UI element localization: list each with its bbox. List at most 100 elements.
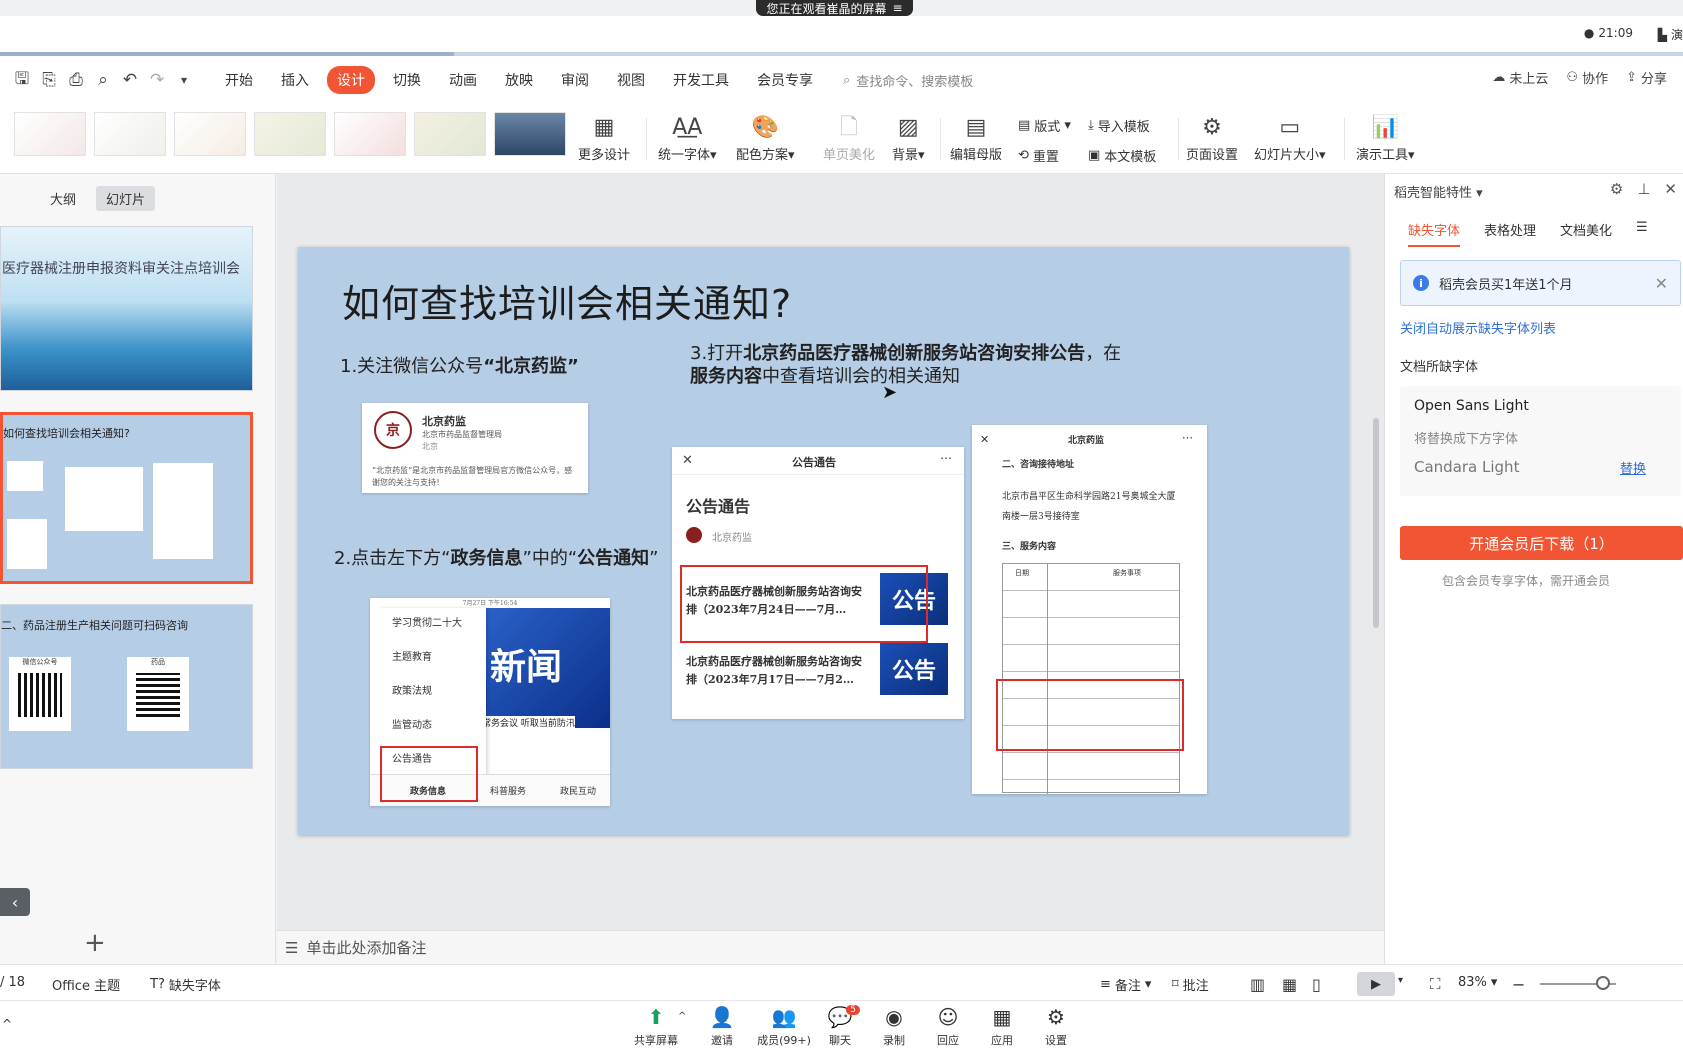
background-button[interactable]: ▨ 背景▾ xyxy=(892,104,925,174)
panel-menu-icon[interactable]: ☰ xyxy=(1636,220,1648,247)
theme-thumb-7[interactable] xyxy=(494,112,566,156)
slide-thumb-2[interactable]: 如何查找培训会相关通知? xyxy=(0,412,253,584)
tab-slideshow[interactable]: 放映 xyxy=(495,66,543,94)
step3-text[interactable]: 3.打开北京药品医疗器械创新服务站咨询安排公告，在 服务内容中查看培训会的相关通知 xyxy=(690,342,1180,388)
preview-icon[interactable]: ⌕ xyxy=(91,68,115,92)
tab-start[interactable]: 开始 xyxy=(215,66,263,94)
invite-label: 邀请 xyxy=(711,1034,733,1047)
gear-icon[interactable]: ⚙ xyxy=(1610,180,1623,198)
color-scheme-button[interactable]: 🎨 配色方案▾ xyxy=(736,104,795,174)
theme-thumb-4[interactable] xyxy=(254,112,326,156)
import-template-label: 导入模板 xyxy=(1097,120,1150,135)
customize-chevron-icon[interactable]: ▾ xyxy=(172,68,196,92)
undo-icon[interactable]: ↶ xyxy=(118,68,142,92)
tab-insert[interactable]: 插入 xyxy=(271,66,319,94)
tab-view[interactable]: 视图 xyxy=(607,66,655,94)
notice-badge: 公告 xyxy=(880,643,948,695)
page-setup-button[interactable]: ⚙ 页面设置 xyxy=(1186,104,1238,174)
panel-title[interactable]: 稻壳智能特性 ▾ xyxy=(1394,182,1483,201)
members-button[interactable]: 👥 成员(99+) xyxy=(752,1005,816,1048)
single-beautify-button[interactable]: 🗋 单页美化 xyxy=(823,104,875,174)
normal-view-icon[interactable]: ▥ xyxy=(1250,975,1265,994)
collapse-pane-button[interactable]: ‹ xyxy=(0,888,30,916)
record-label: 录制 xyxy=(883,1034,905,1047)
share-screen-button[interactable]: ⬆ 共享屏幕 xyxy=(628,1005,684,1048)
slide-thumb-3[interactable]: 二、药品注册生产相关问题可扫码咨询 微信公众号 药品 xyxy=(0,604,253,769)
screen-share-banner[interactable]: 您正在观看崔晶的屏幕 ≡ xyxy=(756,0,913,16)
layout-icon: ▤ xyxy=(1018,118,1031,133)
theme-thumb-6[interactable] xyxy=(414,112,486,156)
theme-thumb-2[interactable] xyxy=(94,112,166,156)
cloud-button[interactable]: ☁ 未上云 xyxy=(1492,68,1548,87)
zoom-level[interactable]: 83% ▾ xyxy=(1458,975,1497,990)
share-button[interactable]: ⇪ 分享 xyxy=(1626,68,1667,87)
add-slide-button[interactable]: + xyxy=(84,928,106,958)
collab-button[interactable]: ⚇ 协作 xyxy=(1566,68,1608,87)
command-search[interactable]: ⌕ 查找命令、搜索模板 xyxy=(843,71,973,90)
react-button[interactable]: ☺ 回应 xyxy=(920,1005,976,1048)
tab-outline[interactable]: 大纲 xyxy=(40,186,86,211)
text-template-button[interactable]: ▣ 本文模板 xyxy=(1088,146,1156,165)
pin-icon[interactable]: ⊥ xyxy=(1637,180,1650,198)
slide-size-button[interactable]: ▭ 幻灯片大小▾ xyxy=(1254,104,1326,174)
template-icon: ▣ xyxy=(1088,148,1101,163)
replace-link[interactable]: 替换 xyxy=(1620,458,1646,477)
chevron-up-icon[interactable]: ^ xyxy=(2,1017,12,1031)
import-template-button[interactable]: ⤓ 导入模板 xyxy=(1088,116,1150,135)
unify-font-button[interactable]: A͟A 统一字体▾ xyxy=(658,104,717,174)
step1-text[interactable]: 1.关注微信公众号“北京药监” xyxy=(340,352,579,378)
tab-table-process[interactable]: 表格处理 xyxy=(1484,220,1536,247)
close-icon[interactable]: ✕ xyxy=(1664,180,1677,198)
tab-member[interactable]: 会员专享 xyxy=(747,66,823,94)
zoom-out-icon[interactable]: − xyxy=(1512,975,1525,994)
doc-table-header: 日期 xyxy=(1015,569,1029,577)
chevron-up-icon[interactable]: ^ xyxy=(678,1011,686,1022)
tab-animation[interactable]: 动画 xyxy=(439,66,487,94)
reading-view-icon[interactable]: ▯ xyxy=(1312,975,1321,994)
tab-devtools[interactable]: 开发工具 xyxy=(663,66,739,94)
close-auto-link[interactable]: 关闭自动展示缺失字体列表 xyxy=(1400,318,1556,337)
fit-icon[interactable]: ⛶ xyxy=(1430,975,1441,993)
chat-button[interactable]: 💬 聊天 5 xyxy=(812,1005,868,1048)
redo-icon[interactable]: ↷ xyxy=(145,68,169,92)
close-icon[interactable]: ✕ xyxy=(1655,274,1668,293)
theme-thumb-5[interactable] xyxy=(334,112,406,156)
tab-missing-font[interactable]: 缺失字体 xyxy=(1408,220,1461,247)
print-icon[interactable]: ⎙ xyxy=(64,68,88,92)
settings-button[interactable]: ⚙ 设置 xyxy=(1028,1005,1084,1048)
zoom-slider-knob[interactable] xyxy=(1596,976,1610,990)
theme-thumb-3[interactable] xyxy=(174,112,246,156)
grid-view-icon[interactable]: ▦ xyxy=(1282,975,1297,994)
grid-icon: ▦ xyxy=(593,114,615,140)
tab-doc-beautify[interactable]: 文档美化 xyxy=(1560,220,1612,247)
comments-toggle[interactable]: ⌑ 批注 xyxy=(1172,975,1209,994)
step2-text[interactable]: 2.点击左下方“政务信息”中的“公告通知” xyxy=(334,544,658,570)
member-promo[interactable]: i 稻壳会员买1年送1个月 ✕ xyxy=(1400,260,1681,306)
tab-design[interactable]: 设计 xyxy=(327,66,375,94)
export-icon[interactable]: ⎘ xyxy=(37,68,61,92)
play-chevron-icon[interactable]: ▾ xyxy=(1398,975,1403,986)
download-button[interactable]: 开通会员后下载（1） xyxy=(1400,526,1683,560)
play-button[interactable]: ▶ xyxy=(1357,972,1395,996)
present-tools-button[interactable]: 📊 演示工具▾ xyxy=(1356,104,1415,174)
invite-button[interactable]: 👤 邀请 xyxy=(694,1005,750,1048)
tab-review[interactable]: 审阅 xyxy=(551,66,599,94)
reset-button[interactable]: ⟲ 重置 xyxy=(1018,146,1059,165)
layout-button[interactable]: ▤ 版式 ▾ xyxy=(1018,116,1071,135)
record-button[interactable]: ◉ 录制 xyxy=(866,1005,922,1048)
canvas-scrollbar[interactable] xyxy=(1370,180,1382,920)
theme-name[interactable]: Office 主题 xyxy=(52,975,120,994)
tab-slides[interactable]: 幻灯片 xyxy=(96,186,156,211)
save-icon[interactable]: 🖫 xyxy=(10,68,34,92)
edit-master-button[interactable]: ▤ 编辑母版 xyxy=(950,104,1002,174)
notes-bar[interactable]: ☰ 单击此处添加备注 xyxy=(277,930,1384,964)
apps-button[interactable]: ▦ 应用 xyxy=(974,1005,1030,1048)
slide-thumb-1[interactable]: 医疗器械注册申报资料审关注点培训会 xyxy=(0,226,253,391)
tab-transition[interactable]: 切换 xyxy=(383,66,431,94)
notes-toggle[interactable]: ≡ 备注 ▾ xyxy=(1100,975,1151,994)
theme-thumb-1[interactable] xyxy=(14,112,86,156)
missing-font-status[interactable]: T? 缺失字体 xyxy=(150,975,221,994)
more-design-button[interactable]: ▦ 更多设计 xyxy=(578,104,630,174)
present-mini[interactable]: ▙ 演 xyxy=(1658,26,1683,43)
slide-title[interactable]: 如何查找培训会相关通知? xyxy=(342,273,792,328)
